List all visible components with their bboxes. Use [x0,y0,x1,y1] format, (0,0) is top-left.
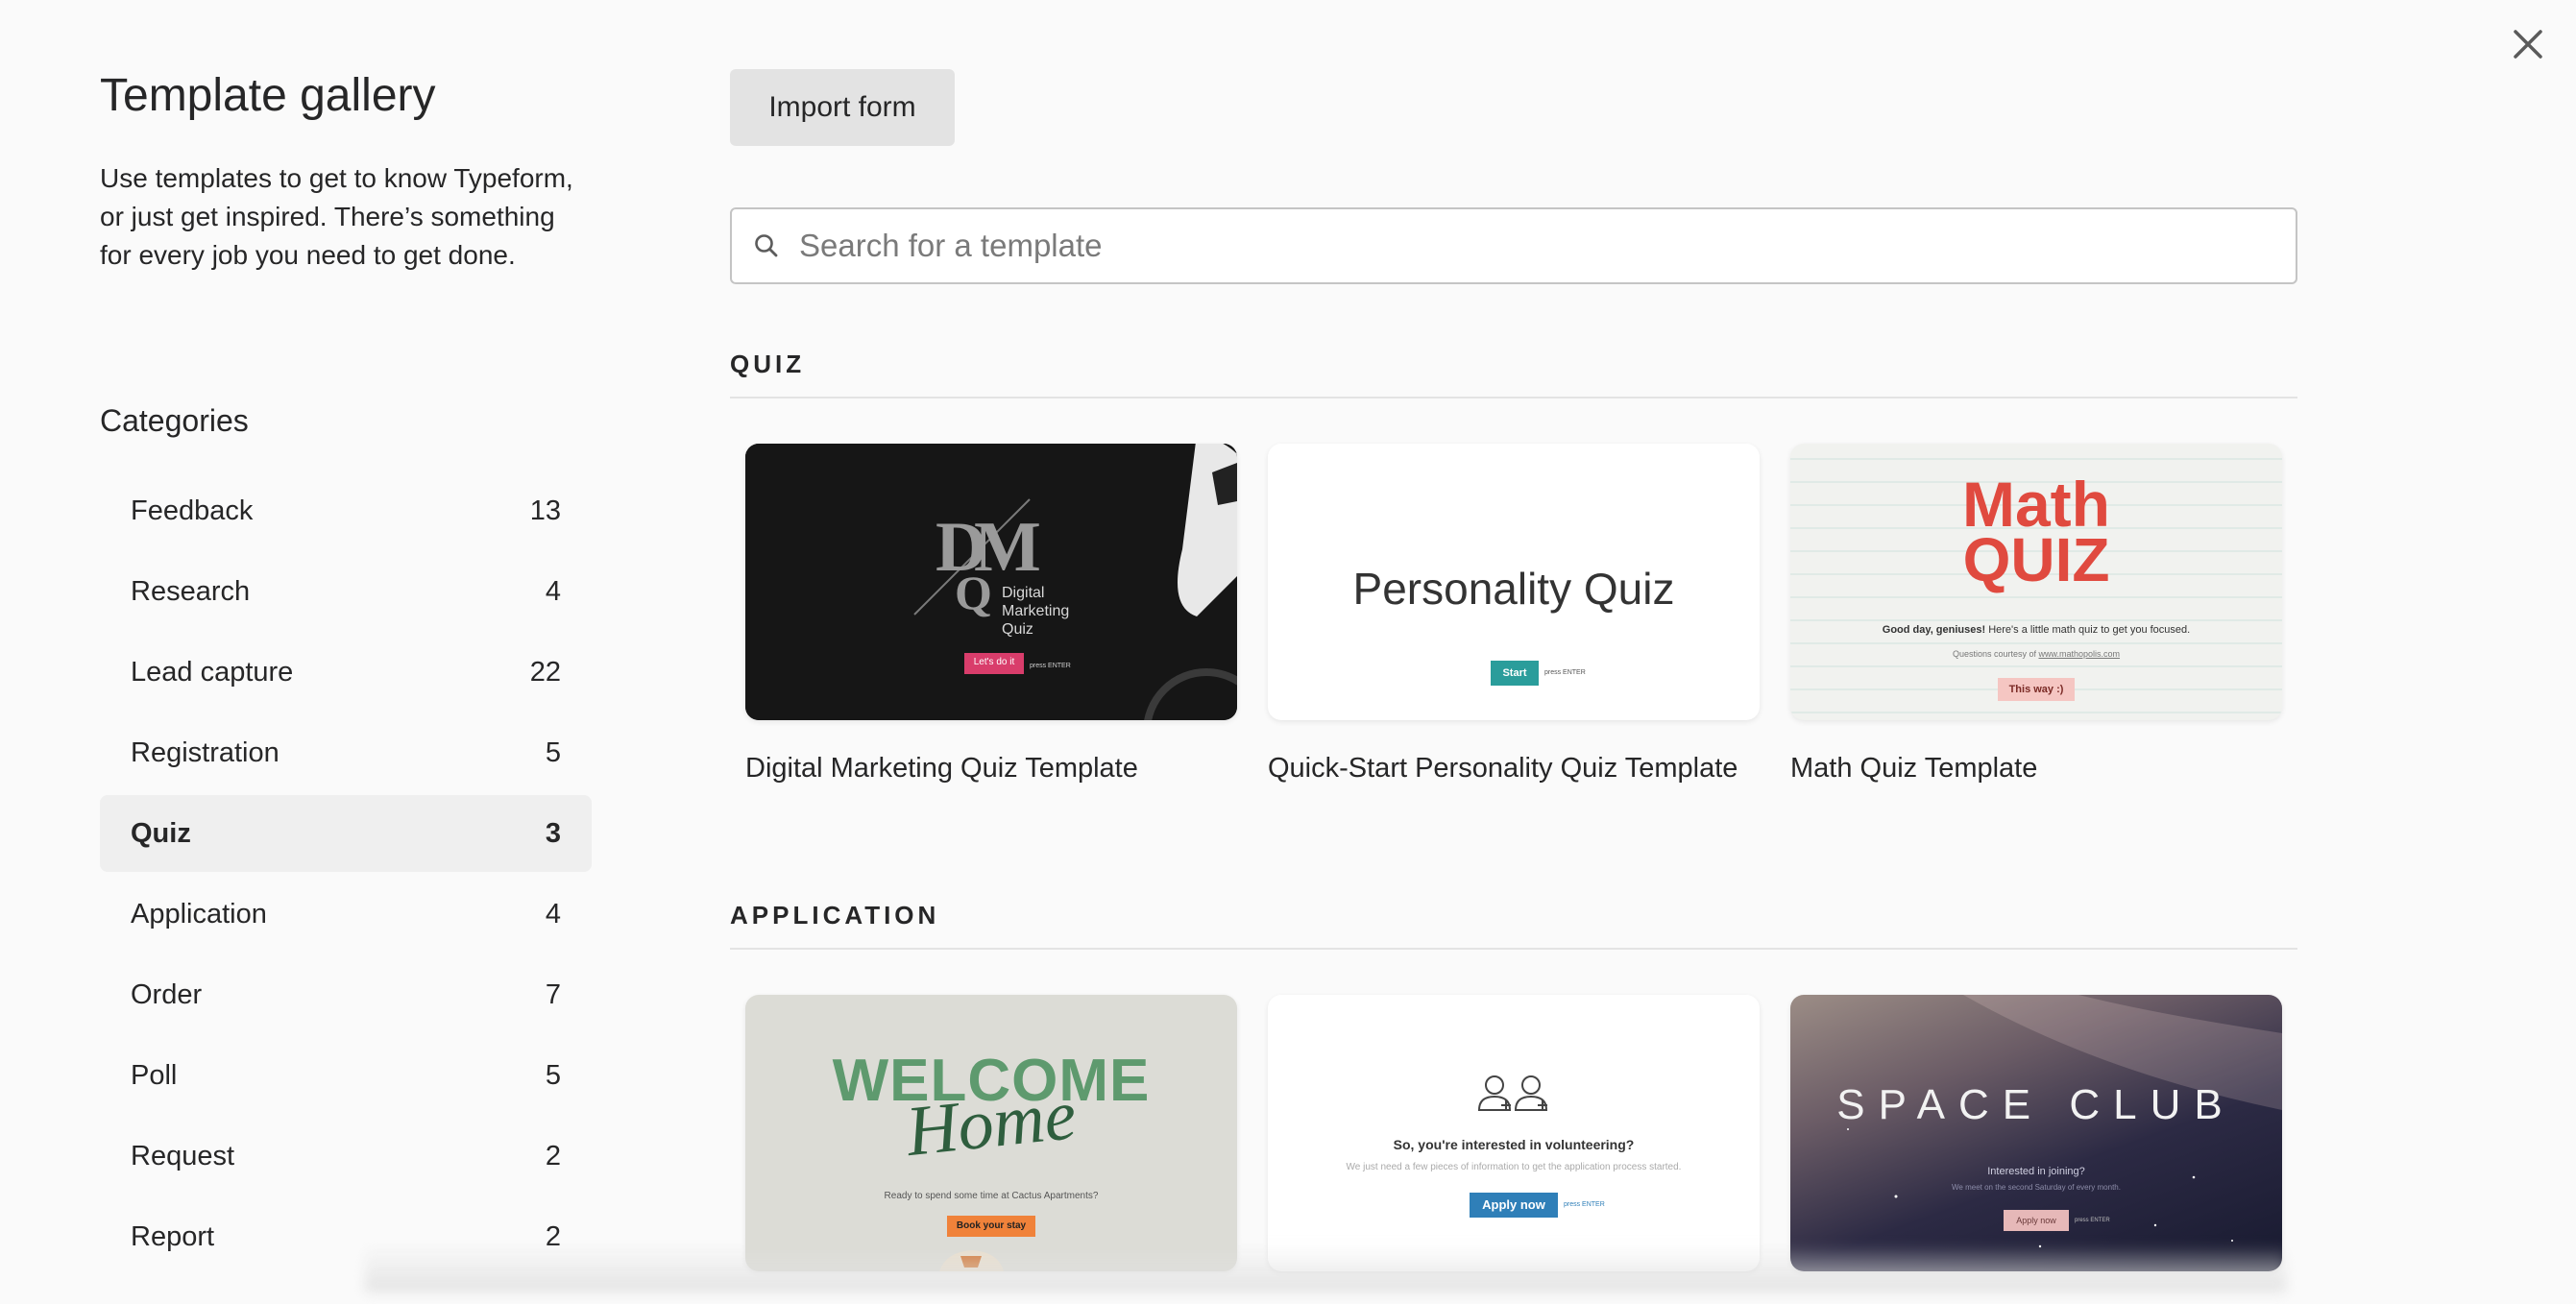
template-card-math-quiz[interactable]: Math QUIZ Good day, geniuses! Here's a l… [1790,444,2282,785]
category-item-research[interactable]: Research 4 [100,553,592,630]
thumb-button: Start [1491,661,1539,686]
category-label: Order [131,978,203,1010]
thumb-heading: Personality Quiz [1352,564,1675,614]
category-count: 5 [545,737,561,768]
template-title: Digital Marketing Quiz Template [745,753,1138,784]
search-field[interactable] [730,207,2297,284]
search-icon [753,231,782,260]
category-label: Application [131,898,267,930]
thumb-hint: press ENTER [1544,669,1586,676]
template-thumbnail[interactable]: SPACE CLUB Interested in joining? We mee… [1790,995,2282,1271]
category-count: 4 [545,575,561,607]
category-item-order[interactable]: Order 7 [100,956,592,1033]
thumb-text: Digital Marketing Quiz [1002,585,1070,638]
svg-text:Q: Q [955,566,992,619]
template-title: Quick-Start Personality Quiz Template [1268,753,1738,784]
thumb-subtitle: Interested in joining? [1987,1166,2085,1177]
quiz-templates: D M Q press ENTER Digital Marketing Quiz… [745,444,2282,785]
gallery-description: Use templates to get to know Typeform, o… [100,163,573,270]
template-card-personality-quiz[interactable]: Personality Quiz Start press ENTER Quick… [1268,444,1760,785]
category-count: 5 [545,1059,561,1091]
category-item-report[interactable]: Report 2 [100,1198,592,1275]
category-item-feedback[interactable]: Feedback 13 [100,472,592,549]
thumb-button: Book your stay [947,1216,1035,1237]
thumb-heading: Math QUIZ [1962,469,2110,594]
category-label: Request [131,1140,235,1171]
category-list: Feedback 13 Research 4 Lead capture 22 Regi… [100,472,592,1279]
category-count: 2 [545,1140,561,1171]
thumb-hint: press ENTER [1564,1201,1605,1208]
category-label: Feedback [131,495,254,526]
category-count: 2 [545,1220,561,1252]
category-item-quiz[interactable]: Quiz 3 [100,795,592,872]
category-item-registration[interactable]: Registration 5 [100,714,592,791]
template-thumbnail[interactable]: Personality Quiz Start press ENTER [1268,444,1760,720]
section-heading-application: APPLICATION [730,901,2297,950]
section-heading-quiz: QUIZ [730,350,2297,398]
template-title: Math Quiz Template [1790,753,2038,784]
category-label: Research [131,575,251,607]
category-count: 13 [529,495,561,526]
template-card-volunteering[interactable]: So, you're interested in volunteering? W… [1268,995,1760,1304]
template-thumbnail[interactable]: WELCOME Home Ready to spend some time at… [745,995,1237,1271]
thumb-greeting: Good day, geniuses! Here's a little math… [1882,624,2191,636]
thumb-subtitle: We just need a few pieces of information… [1346,1162,1682,1172]
import-form-button[interactable]: Import form [730,69,955,146]
category-count: 22 [529,656,561,688]
template-thumbnail[interactable]: D M Q press ENTER Digital Marketing Quiz… [745,444,1237,720]
thumb-heading: So, you're interested in volunteering? [1393,1137,1635,1152]
search-input[interactable] [797,227,2296,265]
category-count: 3 [545,817,561,849]
close-button[interactable] [2505,23,2551,69]
application-templates: WELCOME Home Ready to spend some time at… [745,995,2282,1304]
template-card-digital-marketing-quiz[interactable]: D M Q press ENTER Digital Marketing Quiz… [745,444,1237,785]
thumb-button: This way :) [1998,678,2075,701]
svg-text:press ENTER: press ENTER [1030,663,1071,669]
category-item-poll[interactable]: Poll 5 [100,1037,592,1114]
template-card-space-club[interactable]: SPACE CLUB Interested in joining? We mee… [1790,995,2282,1304]
close-icon [2513,29,2543,64]
categories-heading: Categories [100,403,249,438]
thumb-hint: press ENTER [2075,1218,2110,1223]
thumb-credit: Questions courtesy of www.mathopolis.com [1952,649,2121,659]
category-item-request[interactable]: Request 2 [100,1118,592,1195]
thumb-button: Apply now [1470,1193,1558,1218]
page-title: Template gallery [100,70,436,121]
category-label: Quiz [131,817,191,849]
thumb-button: Apply now [2004,1210,2069,1231]
thumb-subtitle-2: We meet on the second Saturday of every … [1952,1183,2121,1192]
category-count: 7 [545,978,561,1010]
category-label: Registration [131,737,279,768]
thumb-subtitle: Ready to spend some time at Cactus Apart… [884,1191,1099,1201]
thumb-button-label: Let's do it [973,657,1015,667]
template-card-welcome-home[interactable]: WELCOME Home Ready to spend some time at… [745,995,1237,1304]
template-thumbnail[interactable]: So, you're interested in volunteering? W… [1268,995,1760,1271]
category-label: Report [131,1220,215,1252]
category-count: 4 [545,898,561,930]
category-label: Lead capture [131,656,294,688]
thumb-heading: SPACE CLUB [1836,1081,2236,1128]
category-label: Poll [131,1059,178,1091]
category-item-lead-capture[interactable]: Lead capture 22 [100,634,592,711]
template-thumbnail[interactable]: Math QUIZ Good day, geniuses! Here's a l… [1790,444,2282,720]
category-item-application[interactable]: Application 4 [100,876,592,953]
